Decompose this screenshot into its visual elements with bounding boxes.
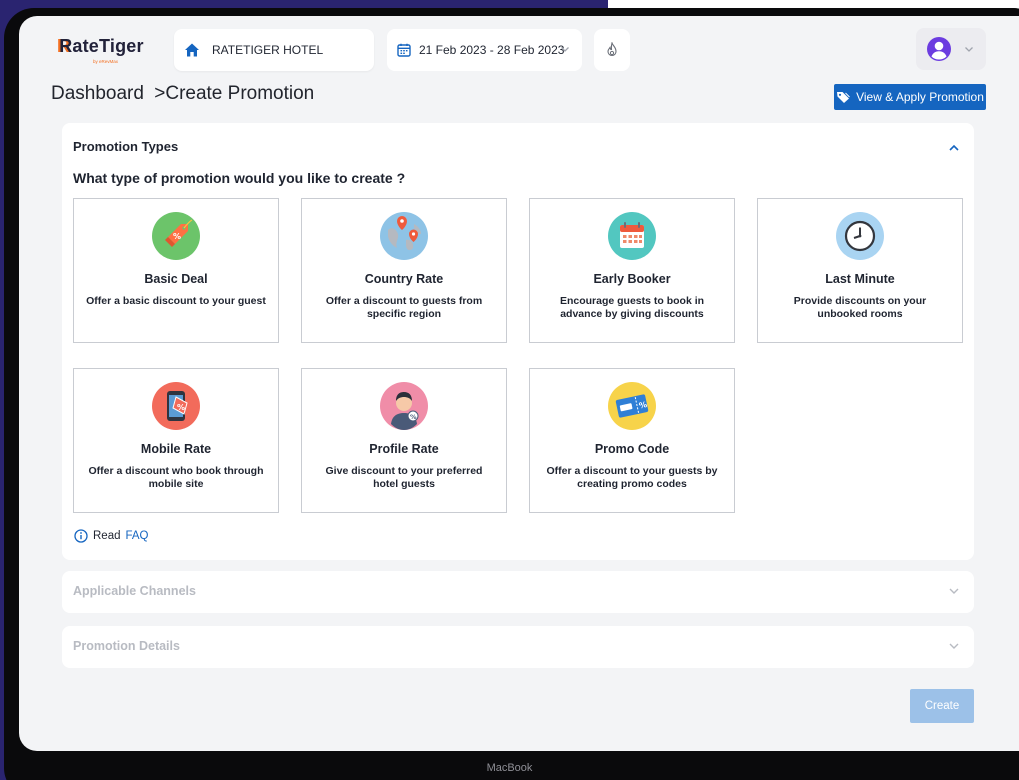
promotion-question: What type of promotion would you like to… [73,170,406,186]
promotion-tile-profile-rate[interactable]: % Profile Rate Give discount to your pre… [301,368,507,513]
user-menu[interactable] [916,28,986,70]
promo-ticket-icon: % [608,382,656,430]
tile-description: Offer a basic discount to your guest [86,295,266,307]
hotel-name: RATETIGER HOTEL [212,43,324,57]
date-range-selector[interactable]: 21 Feb 2023 - 28 Feb 2023 [387,29,582,71]
logo-subtitle: by eRevMax [93,59,119,64]
faq-prefix: Read [93,530,121,542]
applicable-channels-title: Applicable Channels [73,584,196,598]
logo-text: RRateTiger [57,36,144,56]
avatar [927,37,951,61]
chevron-down-icon [561,47,569,52]
tile-title: Early Booker [593,272,671,286]
calendar-icon [608,212,656,260]
price-tag-icon: % [152,212,200,260]
promotion-tile-mobile-rate[interactable]: % Mobile Rate Offer a discount who book … [73,368,279,513]
promotion-tile-basic-deal[interactable]: % Basic Deal Offer a basic discount to y… [73,198,279,343]
view-apply-promotion-button[interactable]: View & Apply Promotion [834,84,986,110]
tile-description: Offer a discount who book through mobile… [88,465,264,490]
device-label: MacBook [486,762,533,774]
tile-title: Country Rate [364,272,444,286]
breadcrumb: Dashboard >Create Promotion [51,83,314,105]
guest-profile-icon: % [380,382,428,430]
promotion-tile-country-rate[interactable]: Country Rate Offer a discount to guests … [301,198,507,343]
breadcrumb-separator: > [154,83,166,104]
tile-title: Basic Deal [144,272,208,286]
svg-text:%: % [410,413,417,421]
fire-icon [607,42,617,57]
faq-link[interactable]: FAQ [126,530,149,542]
promotion-details-section[interactable]: Promotion Details [62,626,974,668]
promotion-tile-last-minute[interactable]: Last Minute Provide discounts on your un… [757,198,963,343]
logo-wordmark: RateTiger [59,36,144,56]
svg-text:%: % [177,403,185,412]
ratetiger-logo[interactable]: RRateTiger by eRevMax [57,36,157,72]
faq-link-row: Read FAQ [74,529,149,543]
promotion-types-card: Promotion Types What type of promotion w… [62,123,974,560]
globe-pin-icon [380,212,428,260]
tile-description: Offer a discount to guests from specific… [325,295,483,320]
chevron-down-icon [965,47,973,52]
tile-description: Offer a discount to your guests by creat… [546,465,718,490]
hotel-selector[interactable]: RATETIGER HOTEL [174,29,374,71]
applicable-channels-section[interactable]: Applicable Channels [62,571,974,613]
chevron-up-icon[interactable] [948,143,960,153]
mobile-discount-icon: % [152,382,200,430]
home-icon [185,43,199,57]
breadcrumb-dashboard[interactable]: Dashboard [51,83,144,104]
promotion-tile-early-booker[interactable]: Early Booker Encourage guests to book in… [529,198,735,343]
tile-description: Encourage guests to book in advance by g… [559,295,705,320]
tile-title: Profile Rate [369,442,439,456]
alert-button[interactable] [594,29,630,71]
tile-description: Give discount to your preferred hotel gu… [325,465,483,490]
tile-title: Promo Code [594,442,670,456]
date-range-text: 21 Feb 2023 - 28 Feb 2023 [419,43,565,57]
promotion-types-title: Promotion Types [73,139,179,154]
tile-title: Last Minute [825,272,895,286]
svg-text:%: % [173,232,181,241]
create-button[interactable]: Create [910,689,974,723]
breadcrumb-current: Create Promotion [165,83,315,104]
view-apply-label: View & Apply Promotion [856,90,984,104]
promotion-tile-promo-code[interactable]: % Promo Code Offer a discount to your gu… [529,368,735,513]
tag-icon [837,92,850,103]
tile-title: Mobile Rate [140,442,212,456]
chevron-down-icon [949,588,959,594]
app-screen: RRateTiger by eRevMax RATETIGER HOTEL 21… [19,16,1019,751]
tile-description: Provide discounts on your unbooked rooms [793,295,927,320]
clock-icon [836,212,884,260]
info-icon [74,529,88,543]
chevron-down-icon [949,643,959,649]
calendar-small-icon [397,43,411,57]
promotion-details-title: Promotion Details [73,639,180,653]
